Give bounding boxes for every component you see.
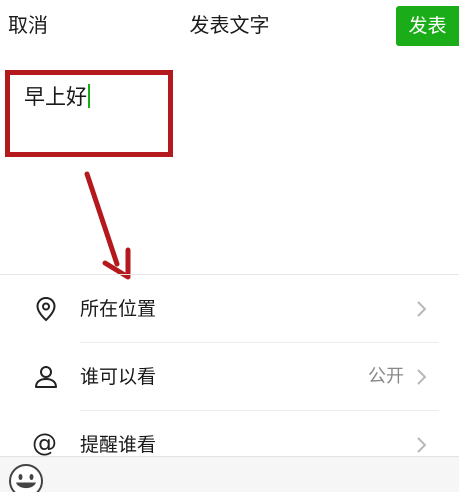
emoji-icon [9,464,43,492]
at-icon: @ [32,428,57,457]
input-toolbar [0,456,459,492]
location-pin-icon [32,295,60,323]
annotation-highlight-box [5,70,173,157]
chevron-right-icon [413,300,429,318]
chevron-right-icon [413,436,429,454]
publish-button[interactable]: 发表 [396,6,459,46]
publish-text-screen: 取消 发表文字 发表 早上好 所在位置 谁可以看 公开 @ 提醒谁看 [0,0,459,492]
chevron-right-icon [413,368,429,386]
option-visibility[interactable]: 谁可以看 公开 [0,343,459,411]
emoji-button[interactable] [8,463,44,492]
header-bar: 取消 发表文字 发表 [0,0,459,50]
option-label-location: 所在位置 [80,298,157,320]
option-location[interactable]: 所在位置 [0,275,459,343]
visibility-value: 公开 [368,366,404,387]
page-title: 发表文字 [189,13,270,37]
person-icon [32,363,60,391]
option-label-visibility: 谁可以看 [80,366,157,388]
